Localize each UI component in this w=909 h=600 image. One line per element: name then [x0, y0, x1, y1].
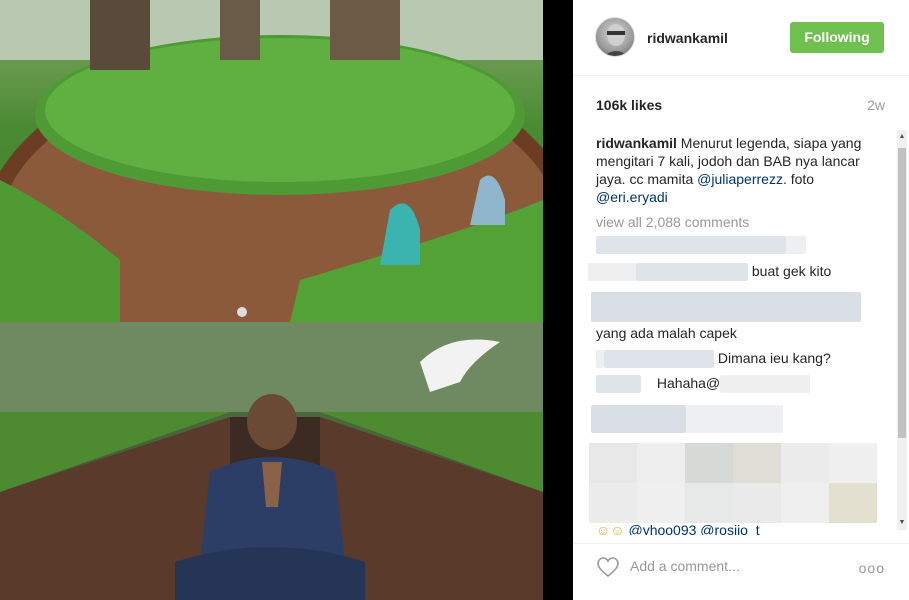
avatar[interactable]: [595, 17, 635, 57]
view-all-comments-link[interactable]: view all 2,088 comments: [596, 214, 749, 230]
post-header: ridwankamil Following: [573, 0, 909, 76]
redacted-mention: [720, 375, 811, 394]
redacted-comment: [591, 292, 861, 322]
more-dots-icon[interactable]: ooo: [859, 560, 885, 576]
avatar-image: [604, 24, 628, 56]
heart-outline-icon[interactable]: [596, 556, 620, 578]
comment-item: yang ada malah capek: [596, 325, 737, 341]
add-comment-input[interactable]: Add a comment...: [630, 558, 740, 574]
comment-mentions[interactable]: @yhoo093 @rosiio_t: [628, 522, 759, 535]
post-photo: [0, 0, 543, 600]
scroll-up-arrow-icon[interactable]: ▲: [897, 132, 907, 142]
comment-item: [591, 405, 783, 433]
redacted-username: [596, 375, 641, 394]
post-footer: Add a comment... ooo: [573, 543, 909, 600]
redacted-comment: [596, 236, 786, 255]
redacted-comment: [591, 405, 686, 433]
following-button[interactable]: Following: [790, 22, 884, 53]
caption-username[interactable]: ridwankamil: [596, 135, 677, 151]
photo-bottom-portrait: [0, 322, 543, 600]
redacted-username: [636, 263, 748, 282]
redacted-username: [596, 350, 604, 369]
post-time[interactable]: 2w: [867, 97, 885, 113]
likes-count[interactable]: 106k likes: [596, 97, 662, 113]
comment-text: yang ada malah capek: [596, 325, 737, 341]
comment-item: buat gek kito: [588, 263, 832, 282]
redacted-comment: [686, 405, 783, 433]
post-caption: ridwankamil Menurut legenda, siapa yang …: [596, 134, 876, 206]
caption-mention-julia[interactable]: @juliaperrezz: [697, 171, 783, 187]
comment-item: [596, 236, 806, 255]
garden-illustration: [0, 0, 543, 322]
redacted-username: [588, 263, 636, 282]
comment-text: Dimana ieu kang?: [717, 350, 831, 366]
caption-text-2: . foto: [782, 171, 815, 187]
photo-top-garden: [0, 0, 543, 322]
post-username[interactable]: ridwankamil: [647, 30, 728, 46]
emoji-icon: ☺☺: [596, 522, 625, 535]
scroll-down-arrow-icon[interactable]: ▼: [897, 518, 907, 528]
comment-item: ☺☺ @yhoo093 @rosiio_t: [596, 521, 760, 535]
redacted-username: [604, 350, 714, 369]
comment-item: [591, 292, 861, 322]
redacted-comment: [786, 236, 806, 255]
post-details-panel: ridwankamil Following 106k likes 2w ridw…: [573, 0, 909, 600]
redacted-comment-block: [589, 443, 877, 523]
comment-text: Hahaha@: [656, 375, 721, 391]
comments-scrollbar[interactable]: ▲ ▼: [897, 130, 907, 530]
portrait-illustration: [0, 322, 543, 600]
photo-divider: [543, 0, 573, 600]
comment-item: Hahaha@: [596, 375, 811, 394]
caption-mention-eri[interactable]: @eri.eryadi: [596, 189, 668, 205]
comment-item: Dimana ieu kang?: [596, 350, 831, 369]
comment-text: buat gek kito: [751, 263, 832, 279]
scroll-thumb[interactable]: [898, 148, 906, 438]
